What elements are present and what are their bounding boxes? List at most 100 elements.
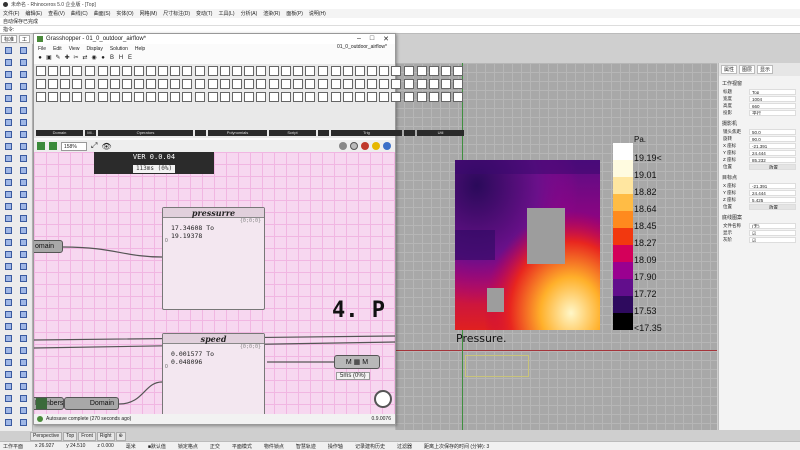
maximize-icon[interactable]: □ [370, 35, 374, 43]
tool-icon[interactable] [2, 166, 15, 176]
component-icon[interactable] [158, 92, 168, 102]
component-icon[interactable] [36, 92, 46, 102]
tool-icon[interactable] [17, 322, 30, 332]
tool-icon[interactable] [2, 382, 15, 392]
component-icon[interactable] [85, 79, 95, 89]
component-icon[interactable] [146, 79, 156, 89]
component-icon[interactable] [293, 79, 303, 89]
zoom-dropdown[interactable]: 158% [61, 141, 87, 151]
toolbar-tab[interactable]: 工 [19, 35, 31, 43]
component-icon[interactable] [208, 92, 218, 102]
tool-icon[interactable] [17, 58, 30, 68]
tool-icon[interactable] [17, 286, 30, 296]
status-item[interactable]: ■默认值 [148, 443, 166, 450]
component-icon[interactable] [134, 79, 144, 89]
viewport-tab[interactable]: Top [63, 432, 78, 441]
component-icon[interactable] [367, 66, 377, 76]
gh-toolbar-icon[interactable]: ✚ [64, 55, 70, 61]
component-icon[interactable] [72, 66, 82, 76]
tool-icon[interactable] [2, 226, 15, 236]
ribbon-group-label[interactable] [318, 130, 329, 136]
component-icon[interactable] [85, 66, 95, 76]
component-icon[interactable] [281, 92, 291, 102]
component-icon[interactable] [417, 92, 427, 102]
component-icon[interactable] [367, 79, 377, 89]
pressure-panel[interactable]: pressurre {0;0;0} 0 17.34608 To 19.19378 [162, 207, 265, 310]
tool-icon[interactable] [2, 190, 15, 200]
tool-icon[interactable] [17, 106, 30, 116]
menu-item[interactable]: 变动(T) [196, 10, 212, 17]
property-value[interactable]: 90.0 [749, 135, 796, 142]
tool-icon[interactable] [17, 382, 30, 392]
gh-menu-item[interactable]: Display [86, 46, 102, 52]
ribbon-group-label[interactable] [195, 130, 206, 136]
component-icon[interactable] [60, 79, 70, 89]
component-icon[interactable] [72, 79, 82, 89]
gh-toolbar-icon[interactable]: ✂ [73, 55, 79, 61]
gh-minimap-icon[interactable] [36, 398, 47, 409]
toolbar-tab[interactable]: 标准 [1, 35, 18, 43]
component-icon[interactable] [417, 79, 427, 89]
gh-toolbar-icon[interactable]: E [127, 55, 133, 61]
component-icon[interactable] [318, 79, 328, 89]
tool-icon[interactable] [2, 58, 15, 68]
component-icon[interactable] [60, 92, 70, 102]
component-icon[interactable] [122, 66, 132, 76]
tool-icon[interactable] [2, 298, 15, 308]
tool-icon[interactable] [17, 334, 30, 344]
tool-icon[interactable] [2, 106, 15, 116]
selected-rectangle[interactable] [465, 355, 529, 377]
tool-icon[interactable] [17, 298, 30, 308]
menu-item[interactable]: 面板(P) [286, 10, 303, 17]
component-icon[interactable] [36, 66, 46, 76]
status-item[interactable]: 智慧轨迹 [296, 443, 316, 450]
gh-toolbar-icon[interactable]: ✎ [55, 55, 61, 61]
component-icon[interactable] [232, 92, 242, 102]
tool-icon[interactable] [2, 370, 15, 380]
component-icon[interactable] [48, 66, 58, 76]
properties-tab[interactable]: 图层 [739, 65, 756, 74]
tool-icon[interactable] [17, 214, 30, 224]
status-item[interactable]: 过滤器 [397, 443, 412, 450]
component-icon[interactable] [453, 92, 463, 102]
component-icon[interactable] [355, 66, 365, 76]
tool-icon[interactable] [17, 346, 30, 356]
status-item[interactable]: 锁定格点 [178, 443, 198, 450]
tool-icon[interactable] [17, 274, 30, 284]
domain-component-2[interactable]: Domain [64, 397, 119, 410]
tool-icon[interactable] [17, 226, 30, 236]
status-item[interactable]: 记录建构历史 [355, 443, 385, 450]
viewport-tab[interactable]: Front [78, 432, 96, 441]
component-icon[interactable] [379, 79, 389, 89]
component-icon[interactable] [72, 92, 82, 102]
component-icon[interactable] [429, 92, 439, 102]
component-icon[interactable] [355, 92, 365, 102]
status-item[interactable]: 操作轴 [328, 443, 343, 450]
preview-eye-icon[interactable]: 👁 [101, 142, 111, 151]
property-value[interactable]: ☑ [749, 236, 796, 243]
save-icon[interactable] [37, 142, 45, 150]
close-icon[interactable]: ✕ [383, 35, 389, 43]
tool-icon[interactable] [17, 262, 30, 272]
tool-icon[interactable] [2, 418, 15, 428]
speed-panel[interactable]: speed {0;0;0} 0 0.001577 To 0.048096 [162, 333, 265, 414]
component-icon[interactable] [318, 66, 328, 76]
tool-icon[interactable] [17, 418, 30, 428]
property-value[interactable]: ☑ [749, 229, 796, 236]
component-icon[interactable] [343, 66, 353, 76]
preview-mesh-icon[interactable] [383, 142, 391, 150]
menu-item[interactable]: 实体(O) [116, 10, 133, 17]
tool-icon[interactable] [17, 370, 30, 380]
component-icon[interactable] [453, 79, 463, 89]
tool-icon[interactable] [17, 118, 30, 128]
tool-icon[interactable] [2, 142, 15, 152]
component-icon[interactable] [98, 79, 108, 89]
scribble-text[interactable]: 4. P [332, 298, 385, 323]
tool-icon[interactable] [2, 310, 15, 320]
gh-toolbar-icon[interactable]: ▣ [46, 55, 52, 61]
ribbon-group-label[interactable]: Util [417, 130, 464, 136]
tool-icon[interactable] [2, 238, 15, 248]
pressure-heatmap[interactable] [455, 160, 600, 330]
component-icon[interactable] [281, 79, 291, 89]
component-icon[interactable] [48, 92, 58, 102]
